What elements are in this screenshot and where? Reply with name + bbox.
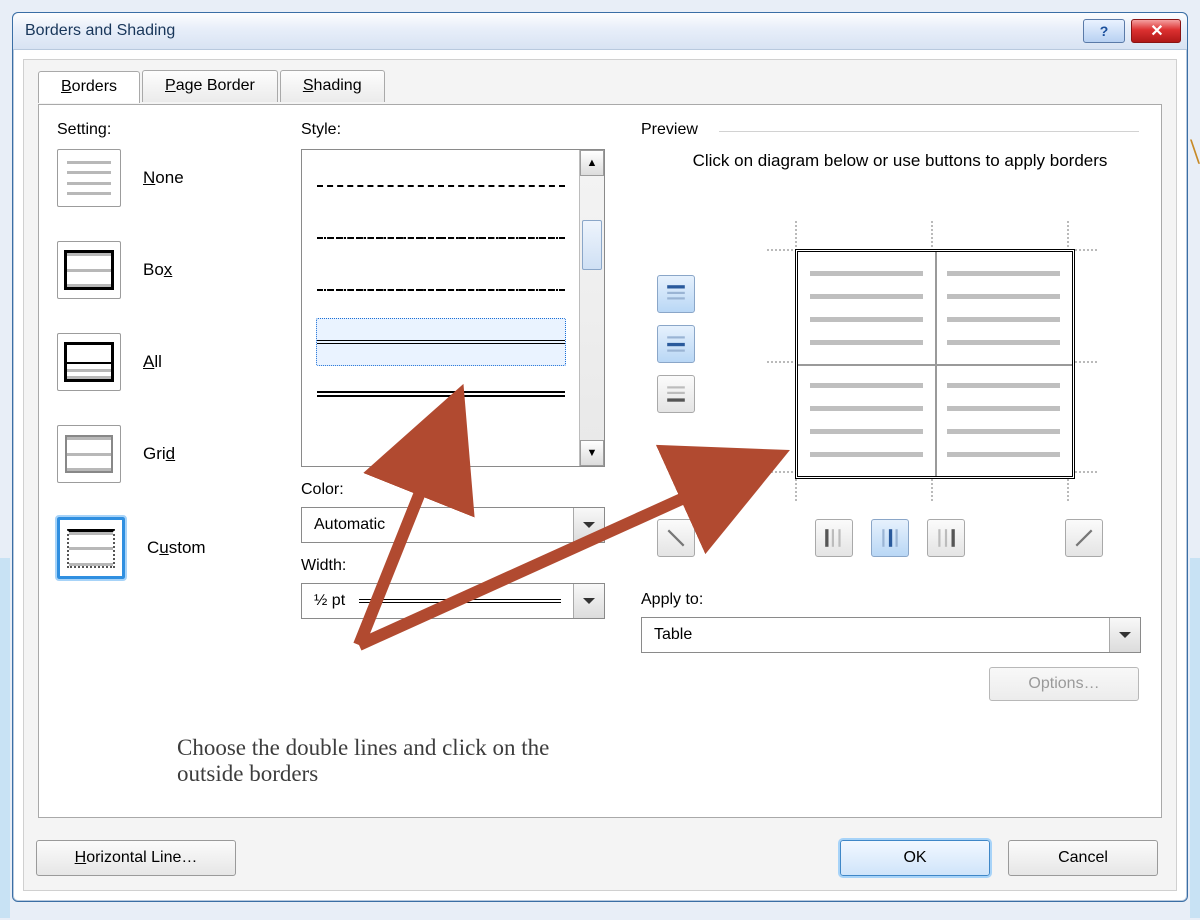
border-horizontal-icon — [665, 333, 687, 355]
diagonal-down-icon — [665, 527, 687, 549]
color-dropdown[interactable]: Automatic — [301, 507, 605, 543]
tab-borders[interactable]: Borders — [38, 71, 140, 103]
border-diag-down-button[interactable] — [657, 519, 695, 557]
style-listbox[interactable]: ▲ ▼ — [301, 149, 605, 467]
dropdown-arrow-icon — [1109, 618, 1140, 652]
dropdown-arrow-icon — [573, 584, 604, 618]
style-dash-dot[interactable] — [316, 214, 566, 262]
setting-custom[interactable]: Custom — [57, 517, 269, 579]
horizontal-line-button[interactable]: Horizontal Line… — [36, 840, 236, 876]
preview-diagram[interactable] — [795, 249, 1075, 479]
border-bottom-button[interactable] — [657, 375, 695, 413]
style-double-medium[interactable] — [316, 370, 566, 418]
help-button[interactable]: ? — [1083, 19, 1125, 43]
guide-line — [767, 471, 793, 473]
background-letter: \ — [1190, 130, 1200, 172]
setting-box[interactable]: Box — [57, 241, 269, 299]
apply-to-label: Apply to: — [641, 591, 703, 609]
preview-help-text: Click on diagram below or use buttons to… — [679, 151, 1121, 171]
stage: \ Borders and Shading ? ✕ Borders Page B… — [0, 0, 1200, 920]
setting-all[interactable]: All — [57, 333, 269, 391]
border-right-button[interactable] — [927, 519, 965, 557]
width-dropdown[interactable]: ½ pt — [301, 583, 605, 619]
tabpage-borders: Setting: None Box All — [38, 104, 1162, 818]
width-sample-line-icon — [359, 599, 561, 603]
width-label: Width: — [301, 557, 346, 575]
borders-shading-dialog: Borders and Shading ? ✕ Borders Page Bor… — [12, 12, 1188, 902]
guide-line — [767, 249, 793, 251]
diagonal-up-icon — [1073, 527, 1095, 549]
dialog-title: Borders and Shading — [25, 22, 175, 40]
tab-label: orders — [72, 78, 117, 95]
border-bottom-icon — [665, 383, 687, 405]
apply-to-dropdown[interactable]: Table — [641, 617, 1141, 653]
dialog-body: Borders Page Border Shading Setting: Non… — [23, 59, 1177, 891]
border-vertical-button[interactable] — [871, 519, 909, 557]
border-left-button[interactable] — [815, 519, 853, 557]
border-top-button[interactable] — [657, 275, 695, 313]
tab-shading[interactable]: Shading — [280, 70, 385, 102]
setting-grid[interactable]: Grid — [57, 425, 269, 483]
color-value: Automatic — [302, 516, 573, 534]
style-scrollbar[interactable]: ▲ ▼ — [579, 150, 604, 466]
scroll-thumb[interactable] — [582, 220, 602, 270]
guide-line — [795, 221, 797, 247]
titlebar[interactable]: Borders and Shading ? ✕ — [13, 13, 1187, 50]
ok-button[interactable]: OK — [840, 840, 990, 876]
border-top-icon — [665, 283, 687, 305]
setting-none[interactable]: None — [57, 149, 269, 207]
color-label: Color: — [301, 481, 344, 499]
guide-line — [1067, 221, 1069, 247]
apply-to-value: Table — [642, 626, 1109, 644]
border-diag-up-button[interactable] — [1065, 519, 1103, 557]
border-left-icon — [823, 527, 845, 549]
options-button: Options… — [989, 667, 1139, 701]
style-list — [302, 150, 580, 466]
preview-side-buttons — [657, 275, 697, 425]
setting-custom-icon — [57, 517, 125, 579]
setting-none-icon — [57, 149, 121, 207]
style-dashed[interactable] — [316, 162, 566, 210]
background-strip — [1190, 558, 1200, 918]
preview-label: Preview — [641, 121, 698, 139]
width-value: ½ pt — [314, 592, 345, 610]
border-right-icon — [935, 527, 957, 549]
tab-page-border[interactable]: Page Border — [142, 70, 278, 102]
border-vertical-icon — [879, 527, 901, 549]
setting-box-icon — [57, 241, 121, 299]
preview-divider — [719, 131, 1139, 132]
tab-strip: Borders Page Border Shading — [38, 70, 387, 102]
background-strip — [0, 558, 10, 918]
style-label: Style: — [301, 121, 341, 139]
preview-bottom-buttons — [657, 519, 1103, 569]
setting-options: None Box All Grid — [57, 149, 269, 613]
scroll-up-button[interactable]: ▲ — [580, 150, 604, 176]
guide-line — [767, 361, 793, 363]
scroll-down-button[interactable]: ▼ — [580, 440, 604, 466]
cancel-button[interactable]: Cancel — [1008, 840, 1158, 876]
guide-line — [931, 221, 933, 247]
tab-label: hading — [314, 77, 362, 94]
setting-label: Setting: — [57, 121, 111, 139]
border-horizontal-button[interactable] — [657, 325, 695, 363]
setting-grid-icon — [57, 425, 121, 483]
setting-all-icon — [57, 333, 121, 391]
dropdown-arrow-icon — [573, 508, 604, 542]
style-dash-dot-dot[interactable] — [316, 266, 566, 314]
style-double-thin[interactable] — [316, 318, 566, 366]
tab-label: age Border — [176, 77, 255, 94]
close-button[interactable]: ✕ — [1131, 19, 1181, 43]
annotation-text: Choose the double lines and click on the… — [177, 735, 557, 787]
